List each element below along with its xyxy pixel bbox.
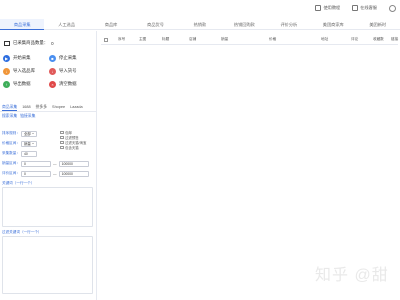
start-collect-button[interactable]: ▶ 开始采集 (3, 53, 49, 63)
include-tmall-checkbox[interactable]: 包含天猫 (60, 145, 79, 150)
results-panel: 序号 主图 标题 店铺 销量 价格 地址 评论 收藏数 链接 (99, 31, 400, 300)
tab-library[interactable]: 商品库 (89, 19, 133, 30)
sales-range-label: 销量区间： (2, 161, 20, 165)
select-all-checkbox[interactable] (104, 37, 108, 42)
clear-data-label: 清空数据 (59, 81, 77, 86)
mode-link[interactable]: 链接采集 (20, 114, 35, 119)
quantity-label: 采集数量： (2, 151, 20, 155)
help-link-label: 使用教程 (323, 5, 341, 10)
export-data-label: 导出数据 (13, 81, 31, 86)
tab-sku[interactable]: 商品货号 (133, 19, 177, 30)
sort-row: 排序规则： 全部 (2, 130, 37, 137)
import-sku-label: 导入货号 (59, 68, 77, 73)
service-link-label: 在线客服 (360, 5, 377, 10)
sales-min-input[interactable]: 0 (21, 160, 51, 167)
gear-icon[interactable] (389, 4, 396, 12)
export-icon: ↑ (3, 80, 10, 88)
import-icon: ↓ (49, 67, 56, 75)
chat-icon (352, 5, 359, 11)
col-reviews: 评论 (351, 37, 359, 41)
tab-new[interactable]: 美团新时 (356, 19, 400, 30)
sales-range-row: 销量区间： 0 — 100000 (2, 160, 89, 167)
platform-tabs: 商品采集 1688 拼多多 Shopee Lazada (0, 103, 97, 112)
review-max-input[interactable]: 100000 (58, 170, 89, 177)
collect-mode: 搜索采集 链接采集 (2, 114, 35, 119)
col-image: 主图 (139, 37, 147, 41)
col-title: 标题 (162, 37, 170, 41)
col-shop: 店铺 (189, 37, 197, 41)
help-link[interactable]: 使用教程 (315, 5, 340, 11)
checkbox-box (60, 140, 64, 145)
quantity-row: 采集数量： 40 (2, 150, 37, 157)
col-favorites: 收藏数 (373, 37, 384, 41)
tab-hot-repurchase[interactable]: 热销回购款 (222, 19, 266, 30)
range-separator: — (53, 171, 57, 176)
count-label: 已采集商品数量： (13, 40, 49, 45)
col-sales: 销量 (221, 37, 229, 41)
sort-select[interactable]: 全部 (21, 130, 37, 137)
include-tmall-label: 包含天猫 (65, 146, 79, 150)
checkbox-box (60, 130, 64, 135)
col-address: 地址 (321, 37, 329, 41)
sales-max-input[interactable]: 100000 (58, 160, 89, 167)
tab-manual[interactable]: 人工选品 (44, 19, 88, 30)
import-library-label: 导入选品库 (13, 68, 35, 73)
top-links: 使用教程 在线客服 (315, 3, 400, 13)
tab-collect[interactable]: 商品采集 (0, 19, 45, 30)
review-range-label: 评价区间： (2, 171, 20, 175)
import-sku-button[interactable]: ↓ 导入货号 (49, 66, 95, 76)
count-value: 0 (51, 40, 54, 46)
clear-icon: × (49, 80, 56, 88)
box-icon (4, 40, 10, 46)
action-buttons: ▶ 开始采集 ■ 停止采集 ↓ 导入选品库 ↓ 导入货号 ↑ 导出数据 × 清空… (3, 53, 95, 89)
review-min-input[interactable]: 0 (21, 170, 51, 177)
tab-reviews[interactable]: 评价分析 (267, 19, 311, 30)
col-link: 链接 (391, 37, 399, 41)
table-header: 序号 主图 标题 店铺 销量 价格 地址 评论 收藏数 链接 (101, 34, 398, 45)
subtab-shopee[interactable]: Shopee (52, 103, 65, 111)
tab-hot[interactable]: 热销款 (178, 19, 222, 30)
watermark: 知乎 @甜 (315, 267, 389, 284)
document-icon (315, 5, 322, 11)
stop-icon: ■ (49, 54, 56, 62)
export-data-button[interactable]: ↑ 导出数据 (3, 79, 49, 89)
collected-count: 已采集商品数量： 0 (4, 40, 54, 46)
review-range-row: 评价区间： 0 — 100000 (2, 170, 89, 177)
price-label: 价格区间： (2, 141, 20, 145)
sort-label: 排序规则： (2, 131, 20, 135)
subtab-lazada[interactable]: Lazada (70, 103, 82, 111)
checkbox-box (60, 135, 64, 140)
start-collect-label: 开始采集 (13, 55, 31, 60)
mode-search[interactable]: 搜索采集 (2, 114, 17, 119)
tab-merchant[interactable]: 美团商家库 (311, 19, 355, 30)
price-select[interactable]: 销量 (21, 140, 37, 147)
keywords-label: 关键词（一行一个） (2, 181, 35, 185)
exclude-keywords-textarea[interactable] (2, 236, 93, 294)
import-icon: ↓ (3, 67, 10, 75)
clear-data-button[interactable]: × 清空数据 (49, 79, 95, 89)
col-index: 序号 (118, 37, 126, 41)
stop-collect-label: 停止采集 (59, 55, 77, 60)
col-price: 价格 (269, 37, 277, 41)
subtab-pdd[interactable]: 拼多多 (36, 103, 47, 111)
main-tabs: 商品采集 人工选品 商品库 商品货号 热销款 热销回购款 评价分析 美团商家库 … (0, 19, 400, 30)
stop-collect-button[interactable]: ■ 停止采集 (49, 53, 95, 63)
keywords-textarea[interactable] (2, 187, 93, 227)
left-panel: 已采集商品数量： 0 ▶ 开始采集 ■ 停止采集 ↓ 导入选品库 ↓ 导入货号 … (0, 31, 97, 300)
exclude-keywords-label: 过滤关键词（一行一个） (2, 230, 42, 234)
range-separator: — (53, 161, 57, 166)
service-link[interactable]: 在线客服 (352, 5, 377, 11)
price-row: 价格区间： 销量 (2, 140, 37, 147)
top-bar: 使用教程 在线客服 商品采集 人工选品 商品库 商品货号 热销款 热销回购款 评… (0, 0, 400, 30)
import-library-button[interactable]: ↓ 导入选品库 (3, 66, 49, 76)
play-icon: ▶ (3, 54, 10, 62)
subtab-1688[interactable]: 1688 (22, 103, 30, 111)
checkbox-box (60, 145, 64, 150)
subtab-collect[interactable]: 商品采集 (2, 103, 18, 111)
quantity-input[interactable]: 40 (21, 150, 37, 157)
